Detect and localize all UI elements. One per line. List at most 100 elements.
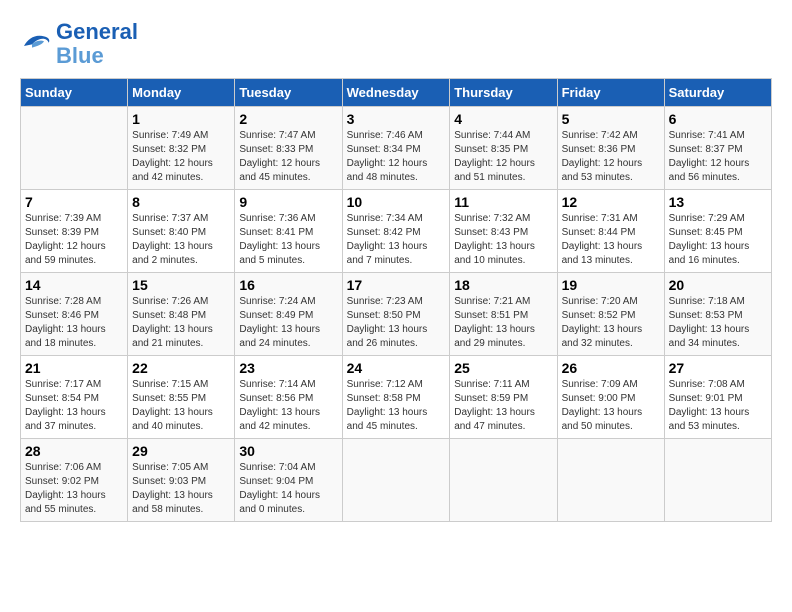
day-info: Sunrise: 7:24 AM Sunset: 8:49 PM Dayligh… [239, 295, 337, 351]
day-info: Sunrise: 7:44 AM Sunset: 8:35 PM Dayligh… [454, 129, 552, 185]
day-number: 4 [454, 111, 552, 127]
calendar-cell: 22 Sunrise: 7:15 AM Sunset: 8:55 PM Dayli… [128, 356, 235, 439]
day-number: 18 [454, 277, 552, 293]
day-number: 10 [347, 194, 446, 210]
day-info: Sunrise: 7:36 AM Sunset: 8:41 PM Dayligh… [239, 212, 337, 268]
day-number: 2 [239, 111, 337, 127]
day-info: Sunrise: 7:37 AM Sunset: 8:40 PM Dayligh… [132, 212, 230, 268]
day-number: 23 [239, 360, 337, 376]
calendar-cell: 8 Sunrise: 7:37 AM Sunset: 8:40 PM Daylig… [128, 190, 235, 273]
day-number: 6 [669, 111, 767, 127]
day-info: Sunrise: 7:18 AM Sunset: 8:53 PM Dayligh… [669, 295, 767, 351]
day-number: 26 [562, 360, 660, 376]
calendar-cell: 20 Sunrise: 7:18 AM Sunset: 8:53 PM Dayli… [664, 273, 771, 356]
day-number: 9 [239, 194, 337, 210]
calendar-cell: 15Sunrise: 7:26 AM Sunset: 8:48 PM Dayli… [128, 273, 235, 356]
logo-bird-icon [20, 30, 52, 58]
calendar-cell: 29 Sunrise: 7:05 AM Sunset: 9:03 PM Dayli… [128, 439, 235, 522]
day-number: 1 [132, 111, 230, 127]
calendar-cell: 13 Sunrise: 7:29 AM Sunset: 8:45 PM Dayli… [664, 190, 771, 273]
column-header-friday: Friday [557, 79, 664, 107]
day-info: Sunrise: 7:26 AM Sunset: 8:48 PM Dayligh… [132, 295, 230, 351]
day-number: 25 [454, 360, 552, 376]
calendar-cell: 25 Sunrise: 7:11 AM Sunset: 8:59 PM Dayli… [450, 356, 557, 439]
day-info: Sunrise: 7:12 AM Sunset: 8:58 PM Dayligh… [347, 378, 446, 434]
calendar-cell: 23 Sunrise: 7:14 AM Sunset: 8:56 PM Dayli… [235, 356, 342, 439]
calendar-cell: 5 Sunrise: 7:42 AM Sunset: 8:36 PM Daylig… [557, 107, 664, 190]
calendar-cell: 2 Sunrise: 7:47 AM Sunset: 8:33 PM Daylig… [235, 107, 342, 190]
day-number: 17 [347, 277, 446, 293]
calendar-cell: 11 Sunrise: 7:32 AM Sunset: 8:43 PM Dayli… [450, 190, 557, 273]
calendar-cell: 26 Sunrise: 7:09 AM Sunset: 9:00 PM Dayli… [557, 356, 664, 439]
day-number: 5 [562, 111, 660, 127]
day-info: Sunrise: 7:17 AM Sunset: 8:54 PM Dayligh… [25, 378, 123, 434]
day-info: Sunrise: 7:09 AM Sunset: 9:00 PM Dayligh… [562, 378, 660, 434]
day-number: 21 [25, 360, 123, 376]
column-header-tuesday: Tuesday [235, 79, 342, 107]
day-number: 8 [132, 194, 230, 210]
day-number: 22 [132, 360, 230, 376]
day-info: Sunrise: 7:05 AM Sunset: 9:03 PM Dayligh… [132, 461, 230, 517]
logo-text: GeneralBlue [56, 20, 138, 68]
day-info: Sunrise: 7:46 AM Sunset: 8:34 PM Dayligh… [347, 129, 446, 185]
column-header-monday: Monday [128, 79, 235, 107]
calendar-cell: 14Sunrise: 7:28 AM Sunset: 8:46 PM Dayli… [21, 273, 128, 356]
day-number: 24 [347, 360, 446, 376]
calendar-cell: 10 Sunrise: 7:34 AM Sunset: 8:42 PM Dayli… [342, 190, 450, 273]
calendar-cell: 28 Sunrise: 7:06 AM Sunset: 9:02 PM Dayli… [21, 439, 128, 522]
day-number: 27 [669, 360, 767, 376]
day-info: Sunrise: 7:39 AM Sunset: 8:39 PM Dayligh… [25, 212, 123, 268]
day-info: Sunrise: 7:23 AM Sunset: 8:50 PM Dayligh… [347, 295, 446, 351]
day-info: Sunrise: 7:29 AM Sunset: 8:45 PM Dayligh… [669, 212, 767, 268]
calendar-cell: 17 Sunrise: 7:23 AM Sunset: 8:50 PM Dayli… [342, 273, 450, 356]
day-number: 11 [454, 194, 552, 210]
day-info: Sunrise: 7:11 AM Sunset: 8:59 PM Dayligh… [454, 378, 552, 434]
day-number: 19 [562, 277, 660, 293]
calendar-cell: 19 Sunrise: 7:20 AM Sunset: 8:52 PM Dayli… [557, 273, 664, 356]
day-info: Sunrise: 7:47 AM Sunset: 8:33 PM Dayligh… [239, 129, 337, 185]
day-number: 14 [25, 277, 123, 293]
day-info: Sunrise: 7:14 AM Sunset: 8:56 PM Dayligh… [239, 378, 337, 434]
calendar-cell: 16 Sunrise: 7:24 AM Sunset: 8:49 PM Dayli… [235, 273, 342, 356]
day-number: 28 [25, 443, 123, 459]
calendar-cell: 24 Sunrise: 7:12 AM Sunset: 8:58 PM Dayli… [342, 356, 450, 439]
day-info: Sunrise: 7:41 AM Sunset: 8:37 PM Dayligh… [669, 129, 767, 185]
day-info: Sunrise: 7:08 AM Sunset: 9:01 PM Dayligh… [669, 378, 767, 434]
calendar-cell: 12Sunrise: 7:31 AM Sunset: 8:44 PM Dayli… [557, 190, 664, 273]
column-header-thursday: Thursday [450, 79, 557, 107]
day-info: Sunrise: 7:42 AM Sunset: 8:36 PM Dayligh… [562, 129, 660, 185]
day-number: 20 [669, 277, 767, 293]
calendar-table: SundayMondayTuesdayWednesdayThursdayFrid… [20, 78, 772, 522]
day-number: 13 [669, 194, 767, 210]
day-number: 12 [562, 194, 660, 210]
day-number: 30 [239, 443, 337, 459]
calendar-cell: 1 Sunrise: 7:49 AM Sunset: 8:32 PM Daylig… [128, 107, 235, 190]
column-header-saturday: Saturday [664, 79, 771, 107]
day-info: Sunrise: 7:06 AM Sunset: 9:02 PM Dayligh… [25, 461, 123, 517]
day-number: 16 [239, 277, 337, 293]
day-number: 7 [25, 194, 123, 210]
day-info: Sunrise: 7:20 AM Sunset: 8:52 PM Dayligh… [562, 295, 660, 351]
calendar-cell [557, 439, 664, 522]
day-info: Sunrise: 7:49 AM Sunset: 8:32 PM Dayligh… [132, 129, 230, 185]
column-header-sunday: Sunday [21, 79, 128, 107]
day-info: Sunrise: 7:15 AM Sunset: 8:55 PM Dayligh… [132, 378, 230, 434]
page-header: GeneralBlue [20, 20, 772, 68]
day-info: Sunrise: 7:21 AM Sunset: 8:51 PM Dayligh… [454, 295, 552, 351]
day-info: Sunrise: 7:32 AM Sunset: 8:43 PM Dayligh… [454, 212, 552, 268]
logo: GeneralBlue [20, 20, 138, 68]
calendar-cell: 3Sunrise: 7:46 AM Sunset: 8:34 PM Daylig… [342, 107, 450, 190]
column-header-wednesday: Wednesday [342, 79, 450, 107]
calendar-cell: 4 Sunrise: 7:44 AM Sunset: 8:35 PM Daylig… [450, 107, 557, 190]
calendar-cell [664, 439, 771, 522]
calendar-cell: 7 Sunrise: 7:39 AM Sunset: 8:39 PM Daylig… [21, 190, 128, 273]
day-info: Sunrise: 7:34 AM Sunset: 8:42 PM Dayligh… [347, 212, 446, 268]
calendar-cell: 6 Sunrise: 7:41 AM Sunset: 8:37 PM Daylig… [664, 107, 771, 190]
day-number: 29 [132, 443, 230, 459]
calendar-cell [450, 439, 557, 522]
calendar-cell [342, 439, 450, 522]
calendar-cell: 27 Sunrise: 7:08 AM Sunset: 9:01 PM Dayli… [664, 356, 771, 439]
calendar-cell: 30Sunrise: 7:04 AM Sunset: 9:04 PM Dayli… [235, 439, 342, 522]
calendar-cell: 21 Sunrise: 7:17 AM Sunset: 8:54 PM Dayli… [21, 356, 128, 439]
calendar-cell: 18 Sunrise: 7:21 AM Sunset: 8:51 PM Dayli… [450, 273, 557, 356]
